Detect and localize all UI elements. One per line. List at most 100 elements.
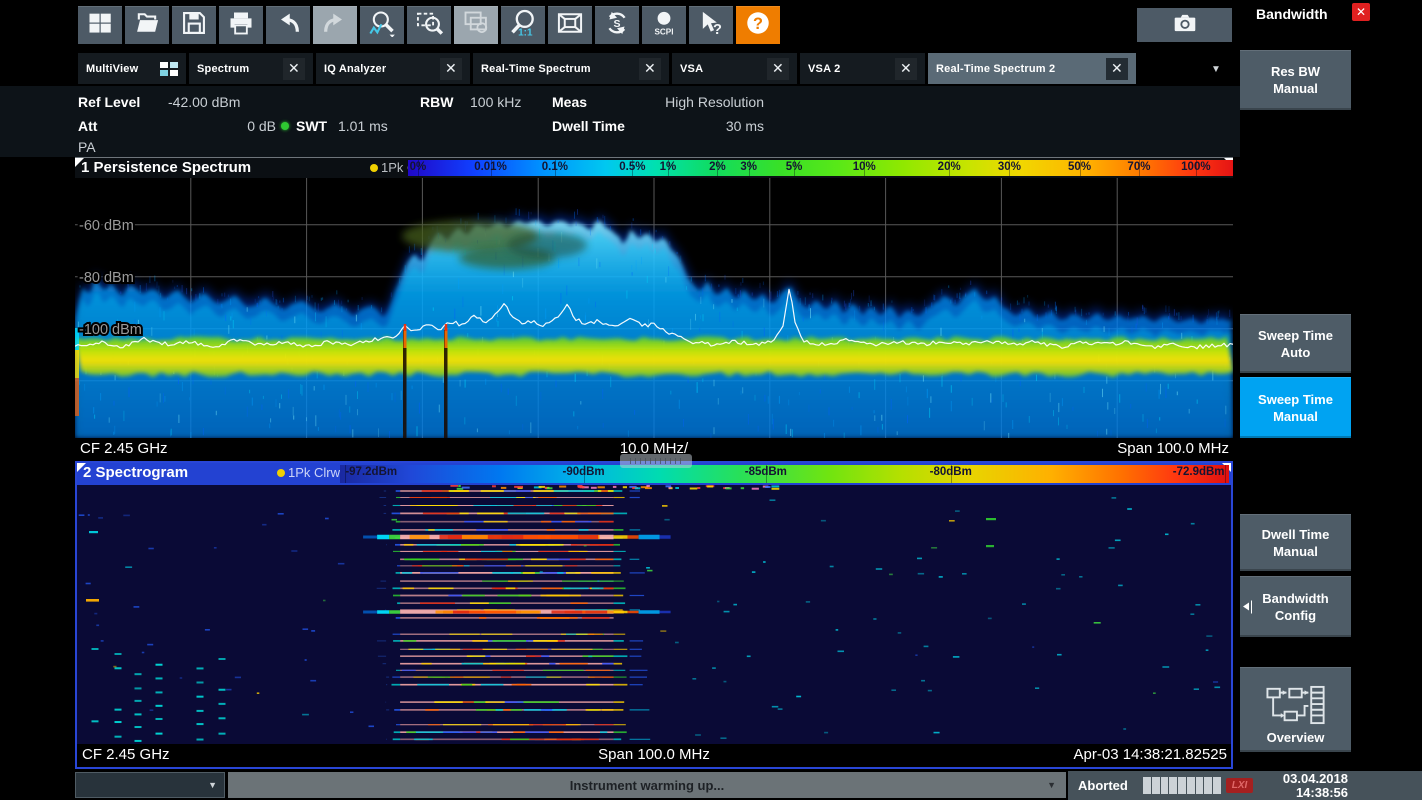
open-file-icon xyxy=(133,9,161,42)
progress-segment xyxy=(1143,777,1151,794)
swt-status-led xyxy=(281,122,289,130)
save-icon xyxy=(180,9,208,42)
persistence-window-header[interactable]: 1 Persistence Spectrum 1Pk Clrw 0%0.01%0… xyxy=(75,158,1233,178)
close-icon[interactable]: ✕ xyxy=(895,58,917,80)
window1-title: 1 Persistence Spectrum xyxy=(81,159,251,176)
scale-label: 5% xyxy=(786,161,803,173)
display-frame-icon xyxy=(556,9,584,42)
sidebar-title: Bandwidth xyxy=(1256,6,1328,22)
close-icon[interactable]: ✕ xyxy=(767,58,789,80)
scale-label: 50% xyxy=(1068,161,1091,173)
screenshot-button[interactable] xyxy=(1137,8,1232,42)
trace-indicator[interactable]: 1Pk Clrw xyxy=(277,465,340,480)
progress-segment xyxy=(1187,777,1195,794)
scale-label: -85dBm xyxy=(745,466,787,478)
close-icon[interactable]: ✕ xyxy=(639,58,661,80)
span-label[interactable]: Span 100.0 MHz xyxy=(1117,440,1229,457)
window-splitter-handle[interactable] xyxy=(620,454,692,468)
rbw-label: RBW xyxy=(420,94,453,110)
zoom-selection-icon xyxy=(415,9,443,42)
zoom-selection-button[interactable] xyxy=(407,6,451,44)
softkey-label: Overview xyxy=(1267,729,1325,746)
splitter-grip-icon xyxy=(630,458,682,464)
date-time-display[interactable]: 03.04.2018 14:38:56 xyxy=(1256,772,1348,800)
spectrogram-chart[interactable] xyxy=(77,485,1231,744)
spectrum-analyzer-screen: 1:1SSCPI?? ▼ MultiView Spectrum✕IQ Analy… xyxy=(0,0,1422,800)
span-label[interactable]: Span 100.0 MHz xyxy=(77,746,1231,763)
dwell-time-value[interactable]: 30 ms xyxy=(552,118,764,134)
open-file-button[interactable] xyxy=(125,6,169,44)
softkey-sweep-time-auto[interactable]: Sweep Time Auto xyxy=(1240,314,1351,373)
scpi-recorder-button[interactable]: SCPI xyxy=(642,6,686,44)
tab-label: VSA xyxy=(680,63,761,75)
pa-indicator: PA xyxy=(78,139,96,155)
persistence-density-scale: 0%0.01%0.1%0.5%1%2%3%5%10%20%30%50%70%10… xyxy=(408,160,1233,176)
scale-label: 100% xyxy=(1181,161,1210,173)
windows-start-button[interactable] xyxy=(78,6,122,44)
svg-text:-60 dBm: -60 dBm xyxy=(79,218,134,234)
status-message[interactable]: Instrument warming up... ▼ xyxy=(228,772,1066,798)
help-button[interactable]: ? xyxy=(736,6,780,44)
context-help-button[interactable]: ? xyxy=(689,6,733,44)
progress-segment xyxy=(1169,777,1177,794)
message-history-dropdown[interactable]: ▼ xyxy=(75,772,225,798)
persistence-spectrum-window[interactable]: 1 Persistence Spectrum 1Pk Clrw 0%0.01%0… xyxy=(75,157,1233,459)
display-frame-button[interactable] xyxy=(548,6,592,44)
scale-label: 2% xyxy=(709,161,726,173)
softkey-label: Sweep Time Manual xyxy=(1258,391,1333,425)
att-label: Att xyxy=(78,118,97,134)
progress-segment xyxy=(1213,777,1221,794)
spectrogram-window[interactable]: 2 Spectrogram 1Pk Clrw -97.2dBm-90dBm-85… xyxy=(75,461,1233,769)
scale-label: -72.9dBm xyxy=(1173,466,1225,478)
timestamp-label: Apr-03 14:38:21.82525 xyxy=(1074,746,1227,763)
softkey-overview[interactable]: Overview xyxy=(1240,667,1351,752)
tab-vsa-2[interactable]: VSA 2✕ xyxy=(800,53,925,84)
tab-spectrum[interactable]: Spectrum✕ xyxy=(189,53,313,84)
tab-label: IQ Analyzer xyxy=(324,63,434,75)
zoom-trace-icon xyxy=(368,9,396,42)
trace-dot-icon xyxy=(277,469,285,477)
scale-label: -90dBm xyxy=(562,466,604,478)
softkey-res-bw-manual[interactable]: Res BW Manual xyxy=(1240,50,1351,110)
status-message-text: Instrument warming up... xyxy=(570,778,725,793)
svg-text:-100 dBm: -100 dBm xyxy=(79,322,142,338)
progress-segment xyxy=(1204,777,1212,794)
sidebar-close-button[interactable]: ✕ xyxy=(1352,3,1370,21)
save-button[interactable] xyxy=(172,6,216,44)
tab-vsa[interactable]: VSA ✕ xyxy=(672,53,797,84)
tab-overflow-dropdown[interactable]: ▼ xyxy=(1203,60,1229,78)
ref-level-value[interactable]: -42.00 dBm xyxy=(168,94,240,110)
swt-value[interactable]: 1.01 ms xyxy=(338,118,388,134)
zoom-1to1-button[interactable]: 1:1 xyxy=(501,6,545,44)
persistence-chart[interactable]: -60 dBm -80 dBm -100 dBm xyxy=(75,178,1233,438)
close-icon[interactable]: ✕ xyxy=(440,58,462,80)
progress-segment xyxy=(1152,777,1160,794)
zoom-trace-button[interactable] xyxy=(360,6,404,44)
tab-real-time-spectrum[interactable]: Real-Time Spectrum✕ xyxy=(473,53,669,84)
att-value[interactable]: 0 dB xyxy=(160,118,276,134)
rbw-value[interactable]: 100 kHz xyxy=(470,94,521,110)
softkey-bandwidth-config[interactable]: Bandwidth Config xyxy=(1240,576,1351,637)
close-icon[interactable]: ✕ xyxy=(1106,58,1128,80)
chevron-down-icon: ▼ xyxy=(208,780,217,790)
trace-label: 1Pk Clrw xyxy=(288,465,340,480)
multiview-grid-icon xyxy=(160,62,178,76)
tab-iq-analyzer[interactable]: IQ Analyzer ✕ xyxy=(316,53,470,84)
scale-label: 0% xyxy=(410,161,427,173)
softkey-sweep-time-manual[interactable]: Sweep Time Manual xyxy=(1240,377,1351,438)
undo-icon xyxy=(274,9,302,42)
tab-real-time-spectrum-2[interactable]: Real-Time Spectrum 2✕ xyxy=(928,53,1136,84)
tab-multiview[interactable]: MultiView xyxy=(78,53,186,84)
close-icon[interactable]: ✕ xyxy=(283,58,305,80)
scale-label: 3% xyxy=(740,161,757,173)
overview-flow-icon xyxy=(1264,685,1328,725)
screenshot-camera-icon xyxy=(1170,10,1200,41)
softkey-dwell-time-manual[interactable]: Dwell Time Manual xyxy=(1240,514,1351,571)
scpi-recorder-icon: SCPI xyxy=(650,9,678,42)
print-icon xyxy=(227,9,255,42)
meas-value[interactable]: High Resolution xyxy=(552,94,764,110)
svg-text:-80 dBm: -80 dBm xyxy=(79,270,134,286)
print-button[interactable] xyxy=(219,6,263,44)
sync-sweep-button[interactable]: S xyxy=(595,6,639,44)
undo-button[interactable] xyxy=(266,6,310,44)
